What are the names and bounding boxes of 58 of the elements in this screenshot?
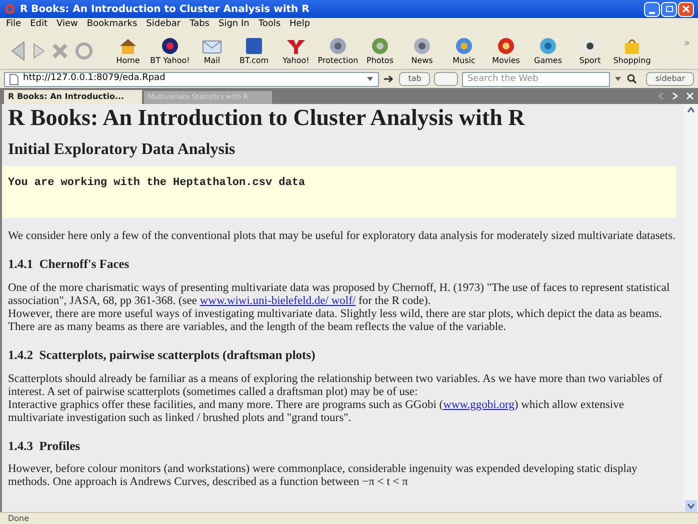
tab-button[interactable]: tab — [399, 72, 430, 86]
app-icon — [4, 3, 16, 15]
paragraph: However, before colour monitors (and workstations) were commonplace, considerable ingenuity was expended developing static display methods. One approach is Andrews Curves, described as a function between −π < t < π — [8, 463, 638, 490]
link[interactable]: www.ggobi.org — [443, 398, 514, 410]
toolbar-button[interactable]: Protection — [318, 36, 358, 66]
restore-button[interactable] — [661, 2, 677, 16]
search-icon[interactable] — [626, 73, 638, 85]
paragraph: Interactive graphics offer these facilities, and many more. There are programs such as GGobi (www.ggobi.org) which allow extensive multivariate investigation such as linked / brushed plots and "grand tours". — [8, 398, 625, 424]
toolbar-button[interactable]: Yahoo! — [276, 36, 316, 66]
menu-item[interactable]: Tools — [258, 18, 281, 32]
sidebar-button[interactable]: sidebar — [646, 72, 694, 86]
dropdown-icon[interactable] — [366, 75, 374, 83]
dropdown-icon[interactable] — [614, 75, 622, 83]
browser-tab[interactable]: R Books: An Introductio... — [4, 90, 142, 104]
subsection-heading: 1.4.3 Profiles — [8, 438, 81, 454]
menu-item[interactable]: Tabs — [190, 18, 210, 32]
scroll-down-icon[interactable] — [685, 500, 697, 512]
toolbar-button[interactable]: Music — [444, 36, 484, 66]
minimize-button[interactable] — [644, 2, 660, 16]
paragraph: We consider here only a few of the conventional plots that may be useful for exploratory data analysis for moderately sized multivariate datasets. — [8, 230, 676, 243]
address-field[interactable]: http://127.0.0.1:8079/eda.Rpad — [4, 72, 380, 86]
toolbar-button[interactable]: Movies — [486, 36, 526, 66]
menu-item[interactable]: Sign In — [218, 18, 250, 32]
menu-item[interactable]: Edit — [30, 18, 48, 32]
toolbar-button[interactable]: Photos — [360, 36, 400, 66]
go-arrow-icon[interactable] — [383, 73, 396, 85]
paragraph: However, there are more useful ways of investigating multivariate data. Slightly less wild, there are star plots, which depict the data as beams. There are as many beams as there are variables, and the length of the beam reflects the value of the variable. — [8, 308, 663, 334]
scroll-right-icon[interactable] — [672, 92, 678, 100]
section-heading: Initial Exploratory Data Analysis — [8, 140, 236, 159]
close-button[interactable] — [678, 2, 694, 16]
window-title: R Books: An Introduction to Cluster Analysis with R — [20, 2, 310, 16]
paragraph: Scatterplots should already be familiar as a means of exploring the relationship between two variables. As we have more than two variables of interest. A set of pairwise scatterplots (sometimes called a draftsman plot) may be of use: — [8, 372, 664, 398]
menu-item[interactable]: Help — [290, 18, 310, 32]
menu-item[interactable]: View — [56, 18, 78, 32]
status-text: Done — [8, 512, 30, 524]
toolbar-button[interactable]: BT.com — [234, 36, 274, 66]
toolbar-button[interactable]: Home — [108, 36, 148, 66]
subsection-heading: 1.4.2 Scatterplots, pairwise scatterplots (draftsman plots) — [8, 346, 316, 364]
toolbar-button[interactable]: Mail — [192, 36, 232, 66]
search-field[interactable]: Search the Web — [462, 72, 610, 86]
subsection-heading: 1.4.1 Chernoff's Faces — [8, 256, 130, 273]
toolbar-button[interactable]: BT Yahoo! — [150, 36, 190, 66]
toolbar-button[interactable]: News — [402, 36, 442, 66]
page-icon — [9, 74, 19, 84]
output-box: You are working with the Heptathalon.csv data — [2, 166, 676, 218]
menu-item[interactable]: Bookmarks — [86, 18, 138, 32]
menu-item[interactable]: File — [6, 18, 22, 32]
toolbar-button[interactable]: Sport — [570, 36, 610, 66]
link[interactable]: www.wiwi.uni-bielefeld.de/ wolf/ — [200, 294, 356, 307]
logo-icon — [243, 36, 265, 56]
toolbar-button[interactable]: Shopping — [612, 36, 652, 66]
menu-item[interactable]: Sidebar — [146, 18, 181, 32]
toolbar-button[interactable]: Games — [528, 36, 568, 66]
paragraph: One of the more charismatic ways of presenting multivariate data was proposed by Chernoff, H. (1973) "The use of faces to represent statistical association", JASA, 68, pp 361-368. (see www.wiwi.uni-bielefeld.de/ wolf/ for the R code). — [8, 282, 671, 308]
scrollbar[interactable] — [684, 104, 698, 512]
page-title: R Books: An Introduction to Cluster Analysis with R — [8, 105, 526, 131]
close-icon[interactable] — [686, 92, 694, 100]
close-icon — [682, 5, 690, 13]
